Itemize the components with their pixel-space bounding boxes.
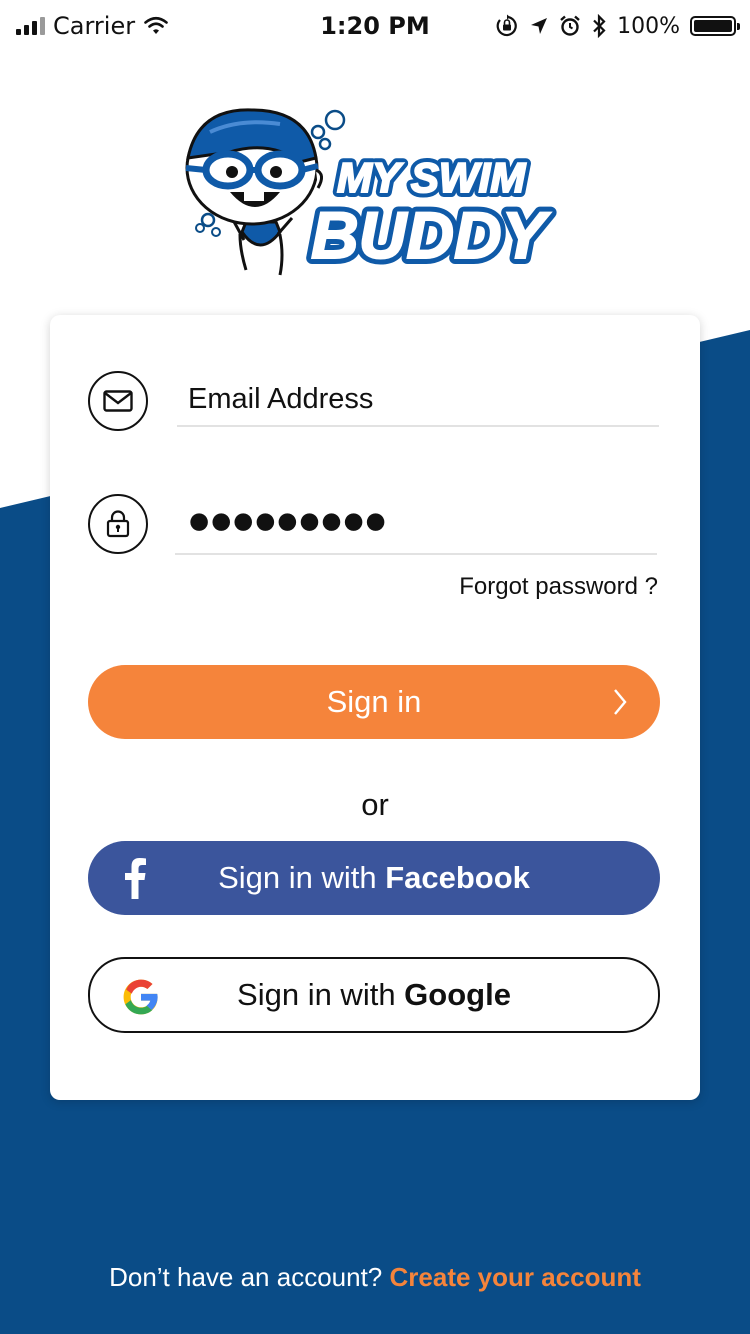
battery-icon bbox=[690, 16, 740, 36]
status-bar-right: 100% bbox=[495, 10, 740, 42]
login-screen: Carrier 1:20 PM 100% MY SWIM MY SWIM BUD… bbox=[0, 0, 750, 1334]
email-icon bbox=[88, 371, 148, 431]
facebook-sign-in-button[interactable]: Sign in with Facebook bbox=[88, 841, 660, 915]
location-icon bbox=[531, 18, 548, 34]
forgot-password-link[interactable]: Forgot password ? bbox=[459, 573, 658, 601]
password-field[interactable]: ●●●●●●●●● bbox=[175, 501, 657, 555]
google-label-brand: Google bbox=[404, 977, 511, 1012]
lock-icon bbox=[88, 494, 148, 554]
app-logo-wordmark: MY SWIM MY SWIM BUDDY BUDDY bbox=[305, 149, 557, 278]
facebook-icon bbox=[125, 858, 146, 899]
rotation-lock-icon bbox=[496, 14, 517, 37]
chevron-right-icon bbox=[614, 689, 627, 715]
footer: Don’t have an account? Create your accou… bbox=[0, 1262, 750, 1293]
email-input[interactable] bbox=[177, 377, 670, 421]
login-card: ●●●●●●●●● Forgot password ? Sign in or S… bbox=[50, 315, 700, 1100]
status-bar: Carrier 1:20 PM 100% bbox=[0, 0, 750, 52]
google-sign-in-button[interactable]: Sign in with Google bbox=[88, 957, 660, 1033]
sign-in-label: Sign in bbox=[326, 684, 422, 719]
alarm-icon bbox=[560, 15, 580, 36]
battery-percent: 100% bbox=[617, 13, 680, 39]
google-icon bbox=[123, 979, 158, 1015]
create-account-link[interactable]: Create your account bbox=[390, 1262, 641, 1292]
sign-in-button[interactable]: Sign in bbox=[88, 665, 660, 739]
password-input[interactable]: ●●●●●●●●● bbox=[175, 501, 657, 541]
logo-line2-fill: BUDDY bbox=[311, 198, 551, 272]
facebook-label-prefix: Sign in with bbox=[218, 860, 386, 895]
or-divider: or bbox=[361, 787, 389, 822]
footer-prompt: Don’t have an account? bbox=[109, 1262, 390, 1292]
logo-line1-fill: MY SWIM bbox=[337, 154, 526, 201]
google-label-prefix: Sign in with bbox=[237, 977, 405, 1012]
bluetooth-icon bbox=[593, 14, 606, 38]
email-field[interactable] bbox=[177, 377, 670, 427]
facebook-label-brand: Facebook bbox=[385, 860, 530, 895]
